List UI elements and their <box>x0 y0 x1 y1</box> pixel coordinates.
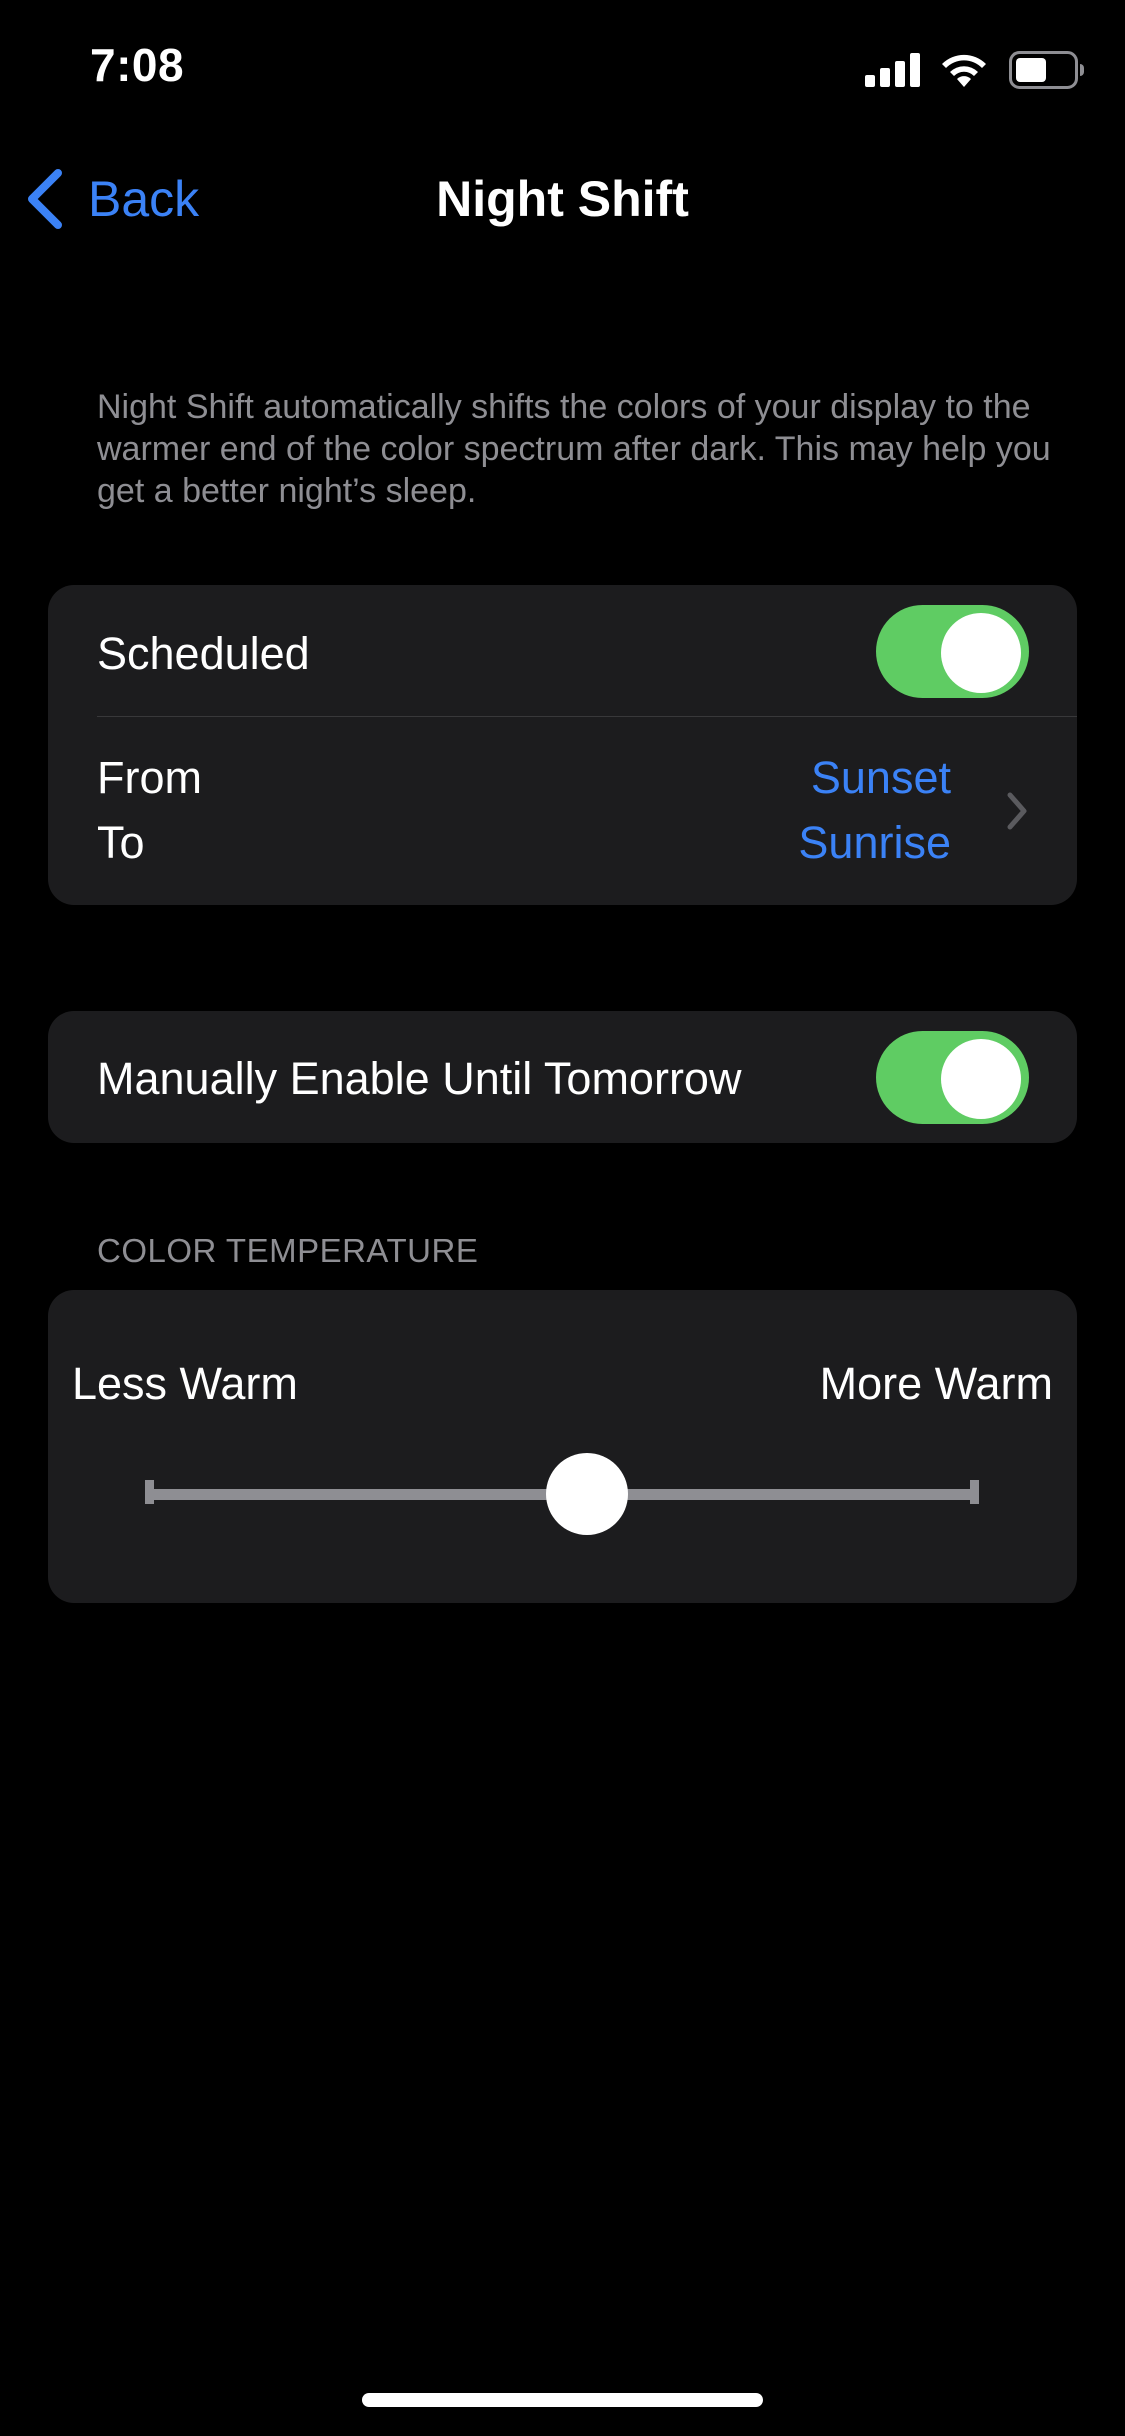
to-value: Sunrise <box>798 817 951 868</box>
signal-icon <box>865 53 920 87</box>
slider-max-cap <box>970 1480 979 1504</box>
color-temperature-card: Less Warm More Warm <box>48 1290 1077 1603</box>
color-temperature-header: COLOR TEMPERATURE <box>97 1232 479 1269</box>
schedule-card: Scheduled From To Sunset Sunrise <box>48 585 1077 905</box>
status-time: 7:08 <box>90 39 185 91</box>
page-title: Night Shift <box>436 171 689 227</box>
status-icons <box>865 48 1085 92</box>
status-bar: 7:08 <box>0 0 1125 140</box>
toggle-knob <box>941 1039 1021 1119</box>
schedule-time-row[interactable]: From To Sunset Sunrise <box>48 717 1077 905</box>
from-value: Sunset <box>810 752 951 803</box>
manual-enable-card: Manually Enable Until Tomorrow <box>48 1011 1077 1143</box>
chevron-right-icon <box>1007 792 1027 830</box>
to-label: To <box>97 817 145 868</box>
manual-enable-toggle[interactable] <box>876 1031 1029 1124</box>
scheduled-toggle[interactable] <box>876 605 1029 698</box>
navigation-bar: Back Night Shift <box>0 150 1125 250</box>
manual-enable-label: Manually Enable Until Tomorrow <box>97 1053 742 1104</box>
color-temperature-slider-thumb[interactable] <box>545 1453 628 1535</box>
more-warm-label: More Warm <box>819 1358 1053 1409</box>
battery-icon <box>1009 51 1084 89</box>
from-label: From <box>97 752 202 803</box>
less-warm-label: Less Warm <box>72 1358 298 1409</box>
scheduled-label: Scheduled <box>97 628 310 679</box>
home-indicator <box>362 2393 763 2407</box>
wifi-icon <box>942 54 986 87</box>
toggle-knob <box>941 613 1021 693</box>
night-shift-description: Night Shift automatically shifts the col… <box>97 388 1051 510</box>
slider-min-cap <box>145 1480 154 1504</box>
